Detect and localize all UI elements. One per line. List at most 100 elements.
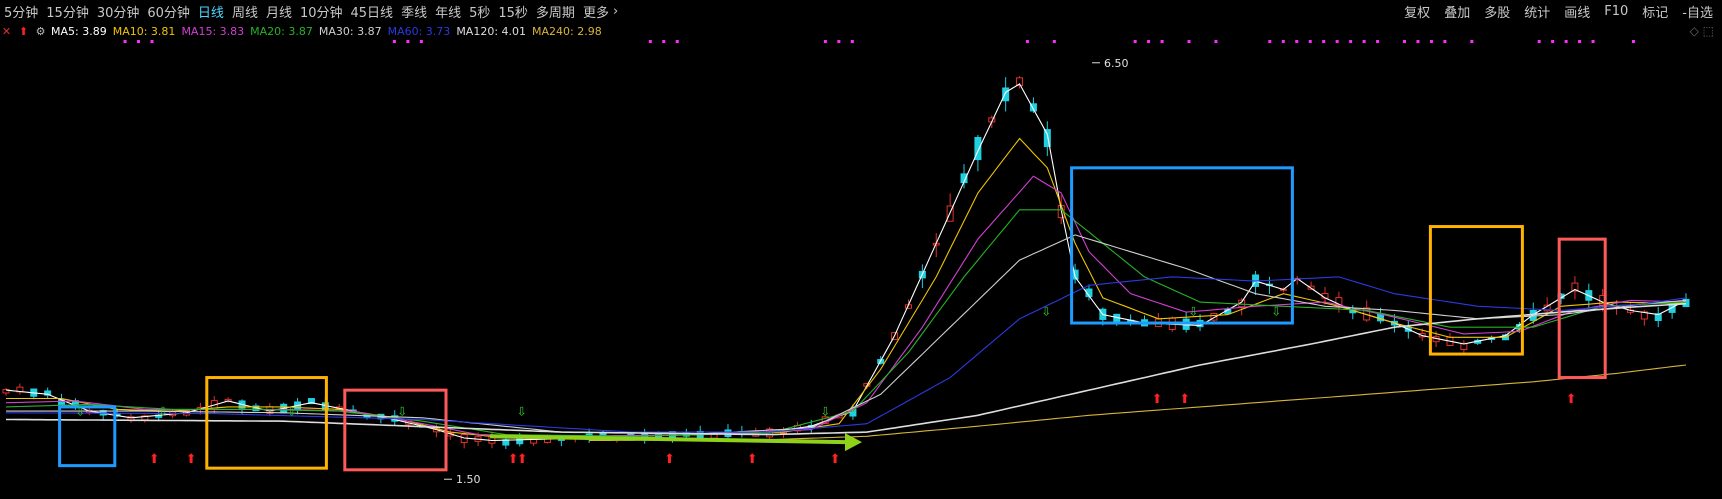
right-tool-buttons: 复权 叠加 多股 统计 画线 F10 标记 -自选 [1397, 0, 1720, 22]
signal-dot-11 [850, 40, 854, 43]
signal-dot-37 [1591, 40, 1595, 43]
tool-button-5[interactable]: F10 [1597, 4, 1635, 19]
signal-dot-14 [1133, 40, 1137, 43]
signal-dot-27 [1376, 40, 1380, 43]
signal-dot-3 [392, 40, 396, 43]
signal-dot-5 [419, 40, 423, 43]
signal-dot-24 [1335, 40, 1339, 43]
candle-body-80 [1113, 313, 1121, 324]
buy-arrow-icon-1: ⬆ [186, 452, 197, 467]
tool-button-7[interactable]: -自选 [1675, 2, 1720, 21]
buy-arrow-icon-7: ⬆ [1152, 392, 1163, 407]
ma-legend-item-3: MA20: 3.87 [250, 24, 313, 38]
settings-icon[interactable]: ⚙ [34, 25, 47, 38]
ma-line-ma10 [6, 137, 1687, 439]
signal-dot-31 [1443, 40, 1447, 43]
period-toolbar: 5分钟 15分钟 30分钟 60分钟 日线 周线 月线 10分钟 45日线 季线 年线 5秒 15秒 多周… [0, 0, 1722, 22]
signal-dot-13 [1052, 40, 1056, 43]
signal-dot-1 [137, 40, 141, 43]
red-up-arrow-icon[interactable]: ⬆ [17, 25, 30, 38]
candle-body-72 [1002, 87, 1010, 102]
close-icon[interactable]: ✕ [0, 25, 13, 38]
signal-dot-29 [1416, 40, 1420, 43]
tool-button-3[interactable]: 统计 [1517, 2, 1557, 21]
period-tab-11[interactable]: 5秒 [465, 2, 494, 21]
period-tab-2[interactable]: 30分钟 [93, 2, 144, 21]
sell-arrow-icon-8: ⇩ [1271, 304, 1281, 318]
sell-arrow-icon-5: ⇩ [820, 404, 830, 418]
signal-dot-22 [1308, 40, 1312, 43]
ma-line-ma15 [5, 175, 1687, 437]
ma-line-ma240 [589, 364, 1687, 442]
signal-dot-33 [1537, 40, 1541, 43]
signal-dot-6 [648, 40, 652, 43]
period-tab-4[interactable]: 日线 [194, 2, 228, 21]
buy-arrow-icon-0: ⬆ [149, 452, 160, 467]
signal-dot-15 [1147, 40, 1151, 43]
period-tab-3[interactable]: 60分钟 [143, 2, 194, 21]
signal-dot-20 [1281, 40, 1285, 43]
signal-dot-38 [1631, 40, 1635, 43]
period-tab-14[interactable]: 更多 [579, 2, 613, 21]
signal-dot-16 [1160, 40, 1164, 43]
highlight-box-1e9bff-0 [58, 405, 117, 468]
signal-dot-32 [1470, 40, 1474, 43]
signal-dot-25 [1349, 40, 1353, 43]
signal-dot-21 [1295, 40, 1299, 43]
period-tab-1[interactable]: 15分钟 [42, 2, 93, 21]
ma-legend: ✕ ⬆ ⚙ MA5: 3.89 MA10: 3.81 MA15: 3.83 MA20:… [0, 23, 608, 39]
ma-items: MA5: 3.89 MA10: 3.81 MA15: 3.83 MA20: 3.87 M… [51, 25, 608, 38]
signal-dot-10 [837, 40, 841, 43]
tool-button-2[interactable]: 多股 [1477, 2, 1517, 21]
signal-dot-30 [1429, 40, 1433, 43]
tool-button-1[interactable]: 叠加 [1437, 2, 1477, 21]
signal-dot-2 [150, 40, 154, 43]
period-tab-5[interactable]: 周线 [228, 2, 262, 21]
period-tabs: 5分钟 15分钟 30分钟 60分钟 日线 周线 月线 10分钟 45日线 季线 年线 5秒 15秒 多周… [0, 2, 622, 21]
period-tab-0[interactable]: 5分钟 [0, 2, 42, 21]
ma-legend-item-1: MA10: 3.81 [112, 24, 176, 38]
signal-dot-26 [1362, 40, 1366, 43]
sell-arrow-icon-4: ⇩ [517, 404, 527, 418]
period-tab-12[interactable]: 15秒 [494, 2, 532, 21]
period-tab-10[interactable]: 年线 [431, 2, 465, 21]
signal-dot-28 [1403, 40, 1407, 43]
signal-dot-19 [1268, 40, 1272, 43]
buy-arrow-icon-4: ⬆ [664, 452, 675, 467]
signal-dot-8 [675, 40, 679, 43]
buy-arrow-icon-6: ⬆ [830, 452, 841, 467]
tool-button-6[interactable]: 标记 [1635, 2, 1675, 21]
ma-legend-item-5: MA60: 3.73 [387, 24, 451, 38]
candlestick-chart[interactable]: ⬆ ⬆ ⬆⬆ ⬆ ⬆ ⬆⬆ ⬆ ⬆⇩ ⇩ ⇩ ⇩ ⇩ ⇩⇩ ⇩ ⇩6.501.50 [0, 40, 1722, 499]
signal-dot-7 [662, 40, 666, 43]
period-tab-9[interactable]: 季线 [397, 2, 431, 21]
buy-arrow-icon-8: ⬆ [1179, 392, 1190, 407]
period-tab-13[interactable]: 多周期 [532, 2, 579, 21]
signal-dot-34 [1551, 40, 1555, 43]
buy-arrow-icon-3: ⬆ [517, 452, 528, 467]
tool-button-4[interactable]: 画线 [1557, 2, 1597, 21]
chevron-right-icon[interactable]: › [613, 4, 622, 19]
signal-dot-9 [823, 40, 827, 43]
sell-arrow-icon-2: ⇩ [287, 404, 297, 418]
ma-line-ma5 [5, 83, 1687, 442]
signal-dot-17 [1187, 40, 1191, 43]
period-tab-7[interactable]: 10分钟 [296, 2, 347, 21]
ma-legend-item-4: MA30: 3.87 [318, 24, 382, 38]
ma-legend-item-6: MA120: 4.01 [456, 24, 527, 38]
buy-arrow-icon-5: ⬆ [747, 452, 758, 467]
sell-arrow-icon-7: ⇩ [1188, 304, 1198, 318]
tool-button-0[interactable]: 复权 [1397, 2, 1437, 21]
signal-dot-18 [1214, 40, 1218, 43]
sell-arrow-icon-0: ⇩ [75, 404, 85, 418]
ma-line-ma30 [6, 234, 1687, 435]
buy-arrow-icon-9: ⬆ [1566, 392, 1577, 407]
sell-arrow-icon-3: ⇩ [397, 404, 407, 418]
high-price-label: 6.50 [1104, 57, 1129, 70]
period-tab-6[interactable]: 月线 [262, 2, 296, 21]
signal-dot-0 [123, 40, 127, 43]
ma-legend-item-7: MA240: 2.98 [532, 24, 602, 38]
low-price-label: 1.50 [456, 473, 481, 486]
chart-settings-icon[interactable]: ◇ ⬚ [1690, 24, 1714, 38]
period-tab-8[interactable]: 45日线 [347, 2, 398, 21]
